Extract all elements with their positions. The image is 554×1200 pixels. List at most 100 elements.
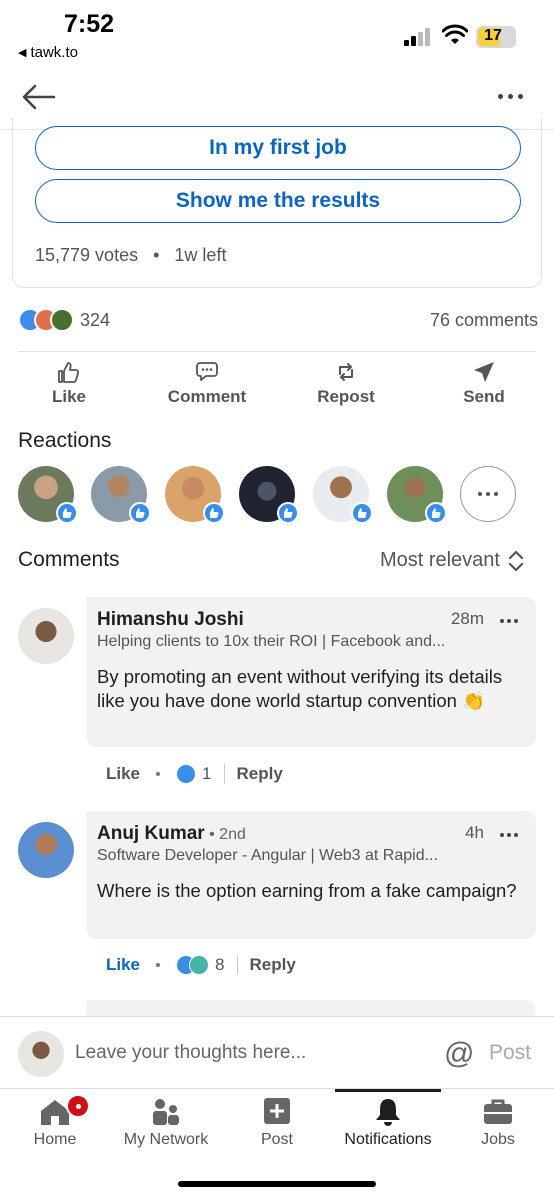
comment-reply-button[interactable]: Reply	[237, 764, 283, 784]
avatar[interactable]	[387, 466, 447, 524]
send-icon	[474, 362, 494, 382]
repost-icon	[339, 363, 353, 381]
poll-time-left: 1w left	[174, 245, 227, 265]
poll-meta: 15,779 votes • 1w left	[35, 245, 227, 265]
poll-card: In my first job Show me the results 15,7…	[12, 118, 542, 288]
like-badge-icon	[129, 502, 151, 524]
battery-indicator: 17	[476, 26, 516, 48]
avatar[interactable]	[313, 466, 373, 524]
comment-button[interactable]: Comment	[152, 360, 262, 407]
reactions-title: Reactions	[18, 429, 112, 452]
commenter-name-text: Anuj Kumar	[97, 823, 205, 844]
celebrate-reaction-icon	[50, 308, 74, 332]
home-indicator	[178, 1181, 376, 1187]
like-badge-icon	[351, 502, 373, 524]
reaction-icons[interactable]	[18, 308, 76, 332]
sort-chevron-icon	[508, 550, 524, 571]
poll-votes: 15,779 votes	[35, 245, 139, 265]
tab-label: Home	[33, 1131, 77, 1148]
tab-post[interactable]: Post	[250, 1097, 304, 1149]
repost-button[interactable]: Repost	[291, 360, 401, 407]
comment-time: 4h	[465, 823, 484, 842]
comment-text: Where is the option earning from a fake …	[97, 880, 517, 901]
commenter-name-text: Himanshu Joshi	[97, 609, 244, 630]
repost-label: Repost	[317, 387, 375, 406]
commenter-headline: Helping clients to 10x their ROI | Faceb…	[97, 633, 446, 650]
more-options-icon[interactable]	[498, 94, 523, 99]
commenter-name[interactable]: Anuj Kumar • 2nd	[97, 823, 246, 845]
comment-bubble: Anuj Kumar • 2nd 4h Software Developer -…	[86, 811, 536, 939]
avatar[interactable]	[239, 466, 299, 524]
like-badge-icon	[277, 502, 299, 524]
comment-reaction-count: 8	[215, 955, 225, 974]
comment-reactions[interactable]	[176, 764, 197, 784]
comment-like-button[interactable]: Like	[106, 764, 140, 784]
post-comment-button[interactable]: Post	[489, 1041, 531, 1065]
comment-more-icon[interactable]	[500, 833, 518, 837]
more-reactions-button[interactable]	[460, 466, 516, 522]
comments-count[interactable]: 76 comments	[430, 310, 538, 331]
bell-icon	[376, 1099, 400, 1126]
tab-jobs[interactable]: Jobs	[472, 1097, 524, 1149]
comment-reactions[interactable]	[176, 955, 210, 975]
comment-time: 28m	[450, 609, 484, 628]
reaction-count[interactable]: 324	[80, 310, 110, 331]
battery-level: 17	[484, 27, 502, 44]
avatar[interactable]	[18, 466, 78, 524]
post-action-bar: Like Comment Repost Send	[0, 360, 554, 410]
poll-show-results-button[interactable]: Show me the results	[35, 179, 521, 223]
comment-like-button[interactable]: Like	[106, 955, 140, 975]
comment-actions: Like 8 Reply	[106, 953, 296, 977]
like-label: Like	[51, 387, 87, 406]
tab-label: My Network	[123, 1131, 209, 1148]
comment-icon	[196, 362, 218, 381]
comment-bubble: Himanshu Joshi 28m Helping clients to 10…	[86, 597, 536, 747]
comment-label: Comment	[167, 387, 247, 406]
tab-notifications[interactable]: Notifications	[333, 1097, 443, 1149]
commenter-headline: Software Developer - Angular | Web3 at R…	[97, 847, 438, 864]
back-app-label: tawk.to	[30, 44, 78, 61]
thumbs-up-icon	[58, 362, 80, 383]
send-label: Send	[463, 387, 505, 406]
comment-more-icon[interactable]	[500, 619, 518, 623]
tab-label: Notifications	[344, 1131, 432, 1148]
status-bar: 7:52 ◀ tawk.to 17	[0, 0, 554, 72]
notification-badge	[66, 1094, 90, 1118]
active-tab-indicator	[335, 1089, 441, 1092]
comment-reply-button[interactable]: Reply	[250, 955, 296, 975]
tab-my-network[interactable]: My Network	[112, 1097, 220, 1149]
comment-input[interactable]: Leave your thoughts here...	[75, 1042, 306, 1064]
avatar[interactable]	[165, 466, 225, 524]
briefcase-icon	[484, 1099, 512, 1124]
avatar[interactable]	[18, 822, 74, 878]
send-button[interactable]: Send	[429, 360, 539, 407]
comment-composer: Leave your thoughts here... @ Post	[0, 1016, 554, 1088]
divider	[18, 351, 536, 352]
avatar[interactable]	[18, 608, 74, 664]
like-badge-icon	[203, 502, 225, 524]
connection-degree: • 2nd	[204, 826, 246, 843]
like-button[interactable]: Like	[14, 360, 124, 407]
comment-reaction-count: 1	[202, 764, 212, 783]
funny-reaction-icon	[189, 955, 210, 975]
avatar[interactable]	[91, 466, 151, 524]
like-reaction-icon	[176, 764, 197, 784]
comments-title: Comments	[18, 548, 120, 571]
like-badge-icon	[425, 502, 447, 524]
comment-text: By promoting an event without verifying …	[97, 666, 503, 711]
avatar	[18, 1031, 64, 1077]
back-to-app-link[interactable]: ◀ tawk.to	[18, 44, 78, 61]
back-arrow-icon[interactable]	[22, 84, 56, 110]
network-icon	[153, 1099, 179, 1125]
tab-label: Post	[260, 1131, 293, 1148]
comment-actions: Like 1 Reply	[106, 762, 283, 786]
mention-icon[interactable]: @	[444, 1037, 474, 1071]
sort-dropdown[interactable]: Most relevant	[380, 549, 524, 572]
back-triangle-icon: ◀	[18, 47, 27, 59]
social-counts: 324 76 comments	[18, 306, 538, 336]
commenter-name[interactable]: Himanshu Joshi	[97, 609, 244, 631]
status-time: 7:52	[64, 10, 115, 38]
sort-label: Most relevant	[379, 549, 500, 571]
poll-option-first-job[interactable]: In my first job	[35, 126, 521, 170]
reactions-avatars	[18, 466, 538, 526]
